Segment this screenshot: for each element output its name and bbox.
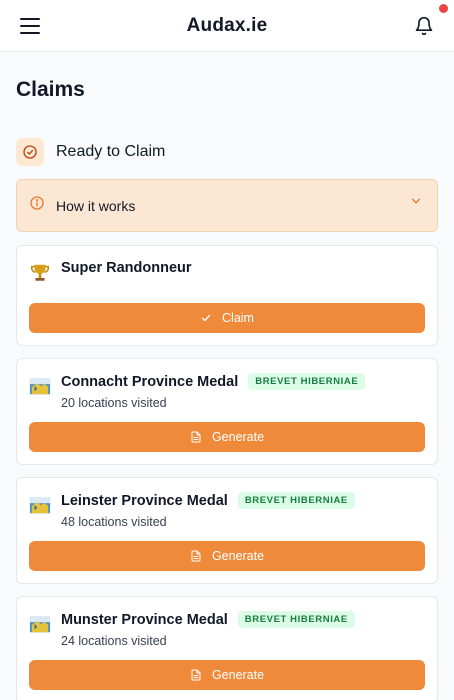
section-title: Ready to Claim	[56, 143, 166, 160]
generate-button-label: Generate	[211, 549, 265, 563]
chevron-down-icon[interactable]	[409, 194, 423, 213]
document-icon	[191, 431, 201, 443]
claim-card-connacht: Connacht Province Medal BREVET HIBERNIAE…	[16, 358, 438, 465]
flag-icon	[29, 494, 51, 516]
generate-button-label: Generate	[211, 430, 265, 444]
generate-button[interactable]: Generate	[29, 660, 425, 690]
card-title: Munster Province Medal	[61, 611, 228, 628]
how-it-works-label: How it works	[56, 197, 136, 214]
generate-button[interactable]: Generate	[29, 422, 425, 452]
card-title: Super Randonneur	[61, 260, 192, 276]
claim-card-munster: Munster Province Medal BREVET HIBERNIAE …	[16, 596, 438, 700]
flag-icon	[29, 375, 51, 397]
status-badge: BREVET HIBERNIAE	[237, 492, 355, 509]
notification-dot	[438, 3, 448, 13]
brand-title[interactable]: Audax.ie	[187, 15, 268, 37]
card-title: Leinster Province Medal	[61, 492, 228, 509]
check-circle-icon	[16, 138, 44, 166]
generate-button[interactable]: Generate	[29, 541, 425, 571]
claim-button[interactable]: Claim	[29, 303, 425, 333]
status-badge: BREVET HIBERNIAE	[237, 611, 355, 628]
document-icon	[191, 550, 201, 562]
top-bar: Audax.ie	[0, 0, 454, 52]
generate-button-label: Generate	[211, 668, 265, 682]
card-subtitle: 24 locations visited	[61, 634, 167, 648]
card-subtitle: 48 locations visited	[61, 515, 167, 529]
claim-card-leinster: Leinster Province Medal BREVET HIBERNIAE…	[16, 477, 438, 584]
how-it-works-toggle[interactable]: How it works	[16, 179, 438, 232]
status-badge: BREVET HIBERNIAE	[248, 373, 366, 390]
section-heading: Ready to Claim	[16, 138, 454, 166]
check-icon	[201, 314, 211, 322]
document-icon	[191, 669, 201, 681]
page-title: Claims	[16, 78, 85, 101]
hamburger-menu-icon[interactable]	[20, 17, 40, 34]
claim-button-label: Claim	[222, 311, 254, 325]
card-subtitle: 20 locations visited	[61, 396, 167, 410]
flag-icon	[29, 613, 51, 635]
bell-icon[interactable]	[414, 3, 448, 36]
claim-card-super-randonneur: Super Randonneur Claim	[16, 245, 438, 346]
info-icon	[29, 195, 45, 216]
trophy-icon	[29, 262, 51, 284]
card-title: Connacht Province Medal	[61, 373, 239, 390]
